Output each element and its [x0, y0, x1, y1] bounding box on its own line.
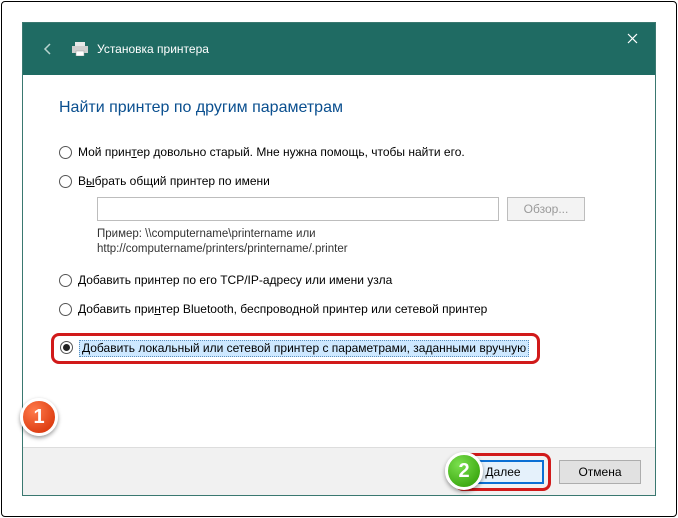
- browse-button: Обзор...: [507, 197, 585, 221]
- radio-icon[interactable]: [59, 274, 72, 287]
- back-button[interactable]: [35, 36, 61, 62]
- option-manual[interactable]: Добавить локальный или сетевой принтер с…: [60, 340, 529, 357]
- window-title: Установка принтера: [97, 42, 209, 56]
- cancel-button[interactable]: Отмена: [559, 460, 641, 484]
- printer-icon: [71, 42, 89, 56]
- radio-icon[interactable]: [60, 341, 73, 354]
- dialog-footer: Далее Отмена: [23, 447, 655, 495]
- page-heading: Найти принтер по другим параметрам: [59, 99, 619, 117]
- highlight-annotation-1: Добавить локальный или сетевой принтер с…: [51, 333, 540, 364]
- printer-name-input[interactable]: [97, 197, 499, 221]
- dialog-window: Установка принтера Найти принтер по друг…: [22, 22, 656, 496]
- option-label: Выбрать общий принтер по имени: [78, 174, 270, 189]
- option-shared-by-name[interactable]: Выбрать общий принтер по имени: [59, 174, 619, 189]
- titlebar: Установка принтера: [23, 23, 655, 75]
- annotation-badge-1: 1: [20, 398, 58, 436]
- content-area: Найти принтер по другим параметрам Мой п…: [23, 75, 655, 364]
- option-label: Добавить принтер Bluetooth, беспроводной…: [78, 302, 487, 317]
- option-bluetooth[interactable]: Добавить принтер Bluetooth, беспроводной…: [59, 302, 619, 317]
- shared-name-group: Обзор... Пример: \\computername\printern…: [97, 197, 619, 257]
- option-old-printer[interactable]: Мой принтер довольно старый. Мне нужна п…: [59, 145, 619, 160]
- annotation-badge-2: 2: [445, 452, 483, 490]
- radio-icon[interactable]: [59, 303, 72, 316]
- close-button[interactable]: [609, 23, 655, 53]
- radio-icon[interactable]: [59, 175, 72, 188]
- option-tcpip[interactable]: Добавить принтер по его TCP/IP-адресу ил…: [59, 273, 619, 288]
- option-label: Добавить принтер по его TCP/IP-адресу ил…: [78, 273, 392, 288]
- radio-icon[interactable]: [59, 146, 72, 159]
- option-label: Мой принтер довольно старый. Мне нужна п…: [78, 145, 465, 160]
- example-text: Пример: \\computername\printername или h…: [97, 227, 619, 257]
- option-label: Добавить локальный или сетевой принтер с…: [79, 340, 529, 357]
